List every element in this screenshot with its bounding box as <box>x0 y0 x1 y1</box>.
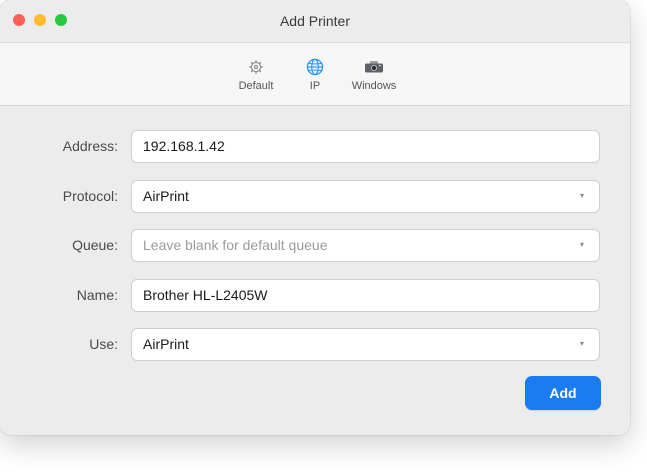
protocol-row: Protocol: AirPrint ▾ <box>0 179 630 213</box>
use-row: Use: AirPrint ▾ <box>0 328 630 361</box>
queue-combo[interactable]: Leave blank for default queue ▾ <box>131 229 600 262</box>
protocol-label: Protocol: <box>62 187 118 204</box>
protocol-value: AirPrint <box>143 187 189 204</box>
chevron-down-icon: ▾ <box>579 240 584 249</box>
use-label: Use: <box>89 336 118 352</box>
windows-printer-icon <box>364 57 384 77</box>
add-printer-window: Add Printer Default IP Windows Address: … <box>0 0 630 435</box>
tab-default[interactable]: Default <box>234 43 279 92</box>
zoom-window-button[interactable] <box>55 14 67 26</box>
name-field[interactable]: Brother HL-L2405W <box>131 278 600 312</box>
title-bar: Add Printer <box>0 0 630 42</box>
close-window-button[interactable] <box>13 14 25 26</box>
use-select[interactable]: AirPrint ▾ <box>131 328 600 361</box>
tab-ip-label: IP <box>309 80 321 92</box>
name-row: Name: Brother HL-L2405W <box>0 278 630 312</box>
use-value: AirPrint <box>143 336 189 352</box>
tab-windows-label: Windows <box>351 80 397 92</box>
tab-windows[interactable]: Windows <box>352 43 397 92</box>
queue-row: Queue: Leave blank for default queue ▾ <box>0 229 630 262</box>
printer-type-toolbar: Default IP Windows <box>0 42 630 106</box>
address-field[interactable]: 192.168.1.42 <box>131 130 600 163</box>
queue-label: Queue: <box>72 237 118 253</box>
address-value: 192.168.1.42 <box>143 138 225 154</box>
name-label: Name: <box>76 286 118 303</box>
traffic-lights <box>13 14 67 26</box>
chevron-down-icon: ▾ <box>579 190 584 200</box>
add-button[interactable]: Add <box>525 376 601 410</box>
window-title: Add Printer <box>279 13 351 29</box>
protocol-select[interactable]: AirPrint ▾ <box>131 179 600 213</box>
queue-placeholder: Leave blank for default queue <box>143 237 328 253</box>
tab-default-label: Default <box>238 80 274 92</box>
globe-icon <box>305 57 325 77</box>
name-value: Brother HL-L2405W <box>143 286 268 303</box>
printer-form: Address: 192.168.1.42 Protocol: AirPrint… <box>0 106 630 361</box>
chevron-down-icon: ▾ <box>579 339 584 348</box>
gear-icon <box>246 57 266 77</box>
address-row: Address: 192.168.1.42 <box>0 130 630 163</box>
tab-ip[interactable]: IP <box>293 43 338 92</box>
minimize-window-button[interactable] <box>34 14 46 26</box>
address-label: Address: <box>62 138 118 154</box>
